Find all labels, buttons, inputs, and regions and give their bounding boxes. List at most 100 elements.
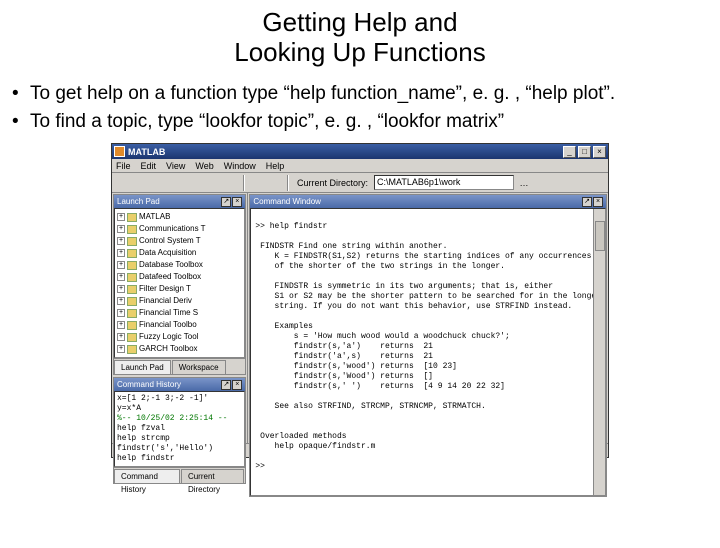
expand-icon[interactable]: + (117, 309, 125, 317)
close-button[interactable]: × (593, 146, 606, 158)
browse-directory-button[interactable]: … (516, 175, 532, 191)
cut-icon[interactable] (151, 175, 167, 191)
toolbar: Current Directory: C:\MATLAB6p1\work … (112, 173, 608, 193)
tree-item: +Financial Deriv (117, 295, 242, 307)
tree-item: +Control System T (117, 235, 242, 247)
toolbox-icon (127, 321, 137, 330)
toolbox-icon (127, 297, 137, 306)
undo-icon[interactable] (205, 175, 221, 191)
menu-help[interactable]: Help (266, 161, 285, 171)
expand-icon[interactable]: + (117, 261, 125, 269)
expand-icon[interactable]: + (117, 273, 125, 281)
bullet-dot: • (12, 82, 30, 106)
panel-close-icon[interactable]: × (593, 197, 603, 207)
history-item[interactable]: help fzval (117, 424, 242, 434)
launchpad-title: Launch Pad (117, 197, 160, 206)
separator (287, 175, 289, 191)
command-window-title: Command Window (253, 197, 321, 206)
tree-item: +Database Toolbox (117, 259, 242, 271)
minimize-button[interactable]: _ (563, 146, 576, 158)
menu-view[interactable]: View (166, 161, 185, 171)
tree-item: +Filter Design T (117, 283, 242, 295)
toolbox-icon (127, 213, 137, 222)
expand-icon[interactable]: + (117, 333, 125, 341)
command-window-header[interactable]: Command Window ↗ × (250, 195, 606, 208)
toolbox-icon (127, 333, 137, 342)
copy-icon[interactable] (169, 175, 185, 191)
launchpad-tree[interactable]: +MATLAB +Communications T +Control Syste… (114, 208, 245, 358)
redo-icon[interactable] (223, 175, 239, 191)
tab-workspace[interactable]: Workspace (172, 360, 226, 374)
titlebar[interactable]: MATLAB _ □ × (112, 144, 608, 159)
toolbox-icon (127, 285, 137, 294)
history-item[interactable]: help strcmp (117, 434, 242, 444)
history-item[interactable]: help findstr (117, 454, 242, 464)
history-item[interactable]: findstr('s','Hello') (117, 444, 242, 454)
help-icon[interactable] (267, 175, 283, 191)
menubar: File Edit View Web Window Help (112, 159, 608, 173)
slide-title: Getting Help and Looking Up Functions (0, 8, 720, 68)
history-list[interactable]: x=[1 2;-1 3;-2 -1]' y=x*A %-- 10/25/02 2… (114, 391, 245, 467)
toolbox-icon (127, 273, 137, 282)
panel-undock-icon[interactable]: ↗ (221, 380, 231, 390)
command-window[interactable]: >> help findstr FINDSTR Find one string … (250, 208, 606, 496)
tree-item: +Communications T (117, 223, 242, 235)
tree-item: +Fuzzy Logic Tool (117, 331, 242, 343)
panel-close-icon[interactable]: × (232, 197, 242, 207)
open-file-icon[interactable] (133, 175, 149, 191)
toolbox-icon (127, 249, 137, 258)
tree-item: +Data Acquisition (117, 247, 242, 259)
command-window-text: >> help findstr FINDSTR Find one string … (255, 222, 601, 471)
menu-file[interactable]: File (116, 161, 131, 171)
panel-undock-icon[interactable]: ↗ (221, 197, 231, 207)
history-title: Command History (117, 380, 181, 389)
simulink-icon[interactable] (249, 175, 265, 191)
expand-icon[interactable]: + (117, 249, 125, 257)
current-directory-field[interactable]: C:\MATLAB6p1\work (374, 175, 514, 190)
panel-undock-icon[interactable]: ↗ (582, 197, 592, 207)
tree-item: +GARCH Toolbox (117, 343, 242, 355)
tab-current-directory[interactable]: Current Directory (181, 469, 244, 483)
title-line-2: Looking Up Functions (234, 37, 485, 67)
tree-item: +Datafeed Toolbox (117, 271, 242, 283)
history-header[interactable]: Command History ↗ × (114, 378, 245, 391)
title-line-1: Getting Help and (262, 7, 457, 37)
matlab-window: MATLAB _ □ × File Edit View Web Window H… (111, 143, 609, 458)
scrollbar[interactable] (593, 209, 605, 495)
expand-icon[interactable]: + (117, 213, 125, 221)
separator (243, 175, 245, 191)
panel-close-icon[interactable]: × (232, 380, 242, 390)
menu-edit[interactable]: Edit (141, 161, 157, 171)
paste-icon[interactable] (187, 175, 203, 191)
expand-icon[interactable]: + (117, 237, 125, 245)
current-directory-label: Current Directory: (297, 178, 368, 188)
menu-window[interactable]: Window (224, 161, 256, 171)
tree-item: +MATLAB (117, 211, 242, 223)
new-file-icon[interactable] (115, 175, 131, 191)
window-title: MATLAB (128, 147, 563, 157)
expand-icon[interactable]: + (117, 225, 125, 233)
toolbox-icon (127, 225, 137, 234)
history-item[interactable]: %-- 10/25/02 2:25:14 -- (117, 414, 242, 424)
toolbox-icon (127, 237, 137, 246)
launchpad-header[interactable]: Launch Pad ↗ × (114, 195, 245, 208)
tab-command-history[interactable]: Command History (114, 469, 180, 483)
history-item[interactable]: x=[1 2;-1 3;-2 -1]' (117, 394, 242, 404)
toolbox-icon (127, 309, 137, 318)
toolbox-icon (127, 345, 137, 354)
expand-icon[interactable]: + (117, 321, 125, 329)
bullet-list: • To get help on a function type “help f… (12, 82, 708, 134)
expand-icon[interactable]: + (117, 285, 125, 293)
bullet-dot: • (12, 110, 30, 134)
bullet-2: To find a topic, type “lookfor topic”, e… (30, 110, 708, 134)
tab-launch-pad[interactable]: Launch Pad (114, 360, 171, 374)
expand-icon[interactable]: + (117, 345, 125, 353)
menu-web[interactable]: Web (195, 161, 213, 171)
expand-icon[interactable]: + (117, 297, 125, 305)
tree-item: +Financial Toolbo (117, 319, 242, 331)
scroll-thumb[interactable] (595, 221, 605, 251)
bullet-1: To get help on a function type “help fun… (30, 82, 708, 106)
history-item[interactable]: y=x*A (117, 404, 242, 414)
tree-item: +Financial Time S (117, 307, 242, 319)
maximize-button[interactable]: □ (578, 146, 591, 158)
